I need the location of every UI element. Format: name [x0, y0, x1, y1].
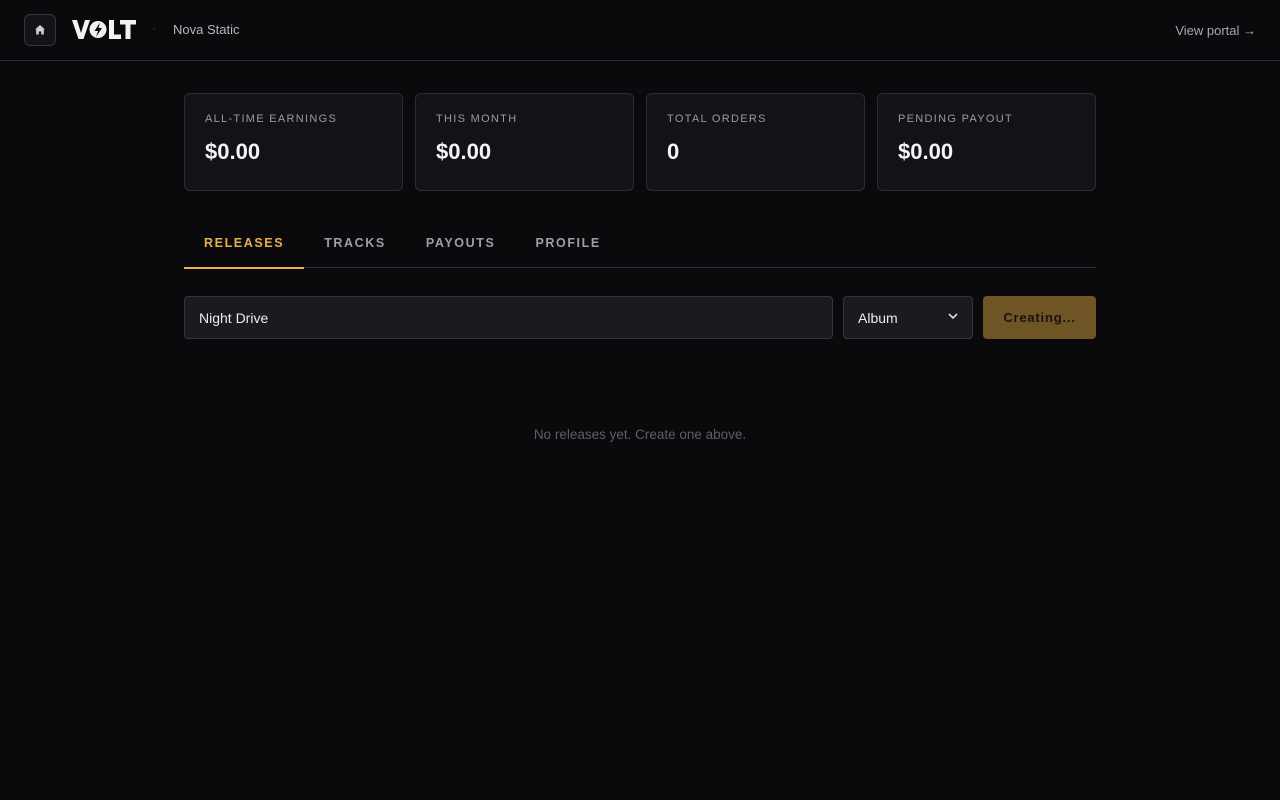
- volt-logo[interactable]: [72, 18, 136, 42]
- empty-state-message: No releases yet. Create one above.: [533, 427, 747, 442]
- create-release-button[interactable]: Creating...: [983, 296, 1096, 339]
- chevron-down-icon: [948, 312, 958, 323]
- home-button[interactable]: [24, 14, 56, 46]
- stat-label: PENDING PAYOUT: [898, 113, 1013, 125]
- stat-label: ALL-TIME EARNINGS: [205, 113, 338, 125]
- view-portal-link[interactable]: View portal →: [1175, 23, 1256, 38]
- dashboard-tabs: RELEASES TRACKS PAYOUTS PROFILE: [184, 220, 1096, 269]
- tab-profile[interactable]: PROFILE: [515, 220, 620, 268]
- top-bar: · Nova Static View portal →: [0, 0, 1280, 61]
- stat-card-this-month: THIS MONTH $0.00: [415, 93, 634, 191]
- release-type-value: Album: [858, 309, 898, 326]
- stat-value: $0.00: [436, 139, 492, 164]
- stat-card-total-orders: TOTAL ORDERS 0: [646, 93, 865, 191]
- tab-tracks[interactable]: TRACKS: [304, 220, 406, 268]
- separator-dot: ·: [152, 21, 156, 35]
- artist-name: Nova Static: [173, 22, 240, 37]
- release-type-select[interactable]: Album: [843, 296, 973, 339]
- stat-value: $0.00: [205, 139, 261, 164]
- stats-row: ALL-TIME EARNINGS $0.00 THIS MONTH $0.00…: [184, 93, 1096, 191]
- tab-releases[interactable]: RELEASES: [184, 220, 305, 269]
- stat-card-all-time-earnings: ALL-TIME EARNINGS $0.00: [184, 93, 403, 191]
- create-release-form: Album Creating...: [184, 296, 1096, 339]
- stat-value: 0: [667, 139, 680, 164]
- stat-card-pending-payout: PENDING PAYOUT $0.00: [877, 93, 1096, 191]
- stat-label: TOTAL ORDERS: [667, 113, 767, 125]
- tab-payouts[interactable]: PAYOUTS: [406, 220, 516, 268]
- stat-label: THIS MONTH: [436, 113, 518, 125]
- home-icon: [35, 25, 45, 35]
- stat-value: $0.00: [898, 139, 954, 164]
- release-title-input[interactable]: [184, 296, 833, 339]
